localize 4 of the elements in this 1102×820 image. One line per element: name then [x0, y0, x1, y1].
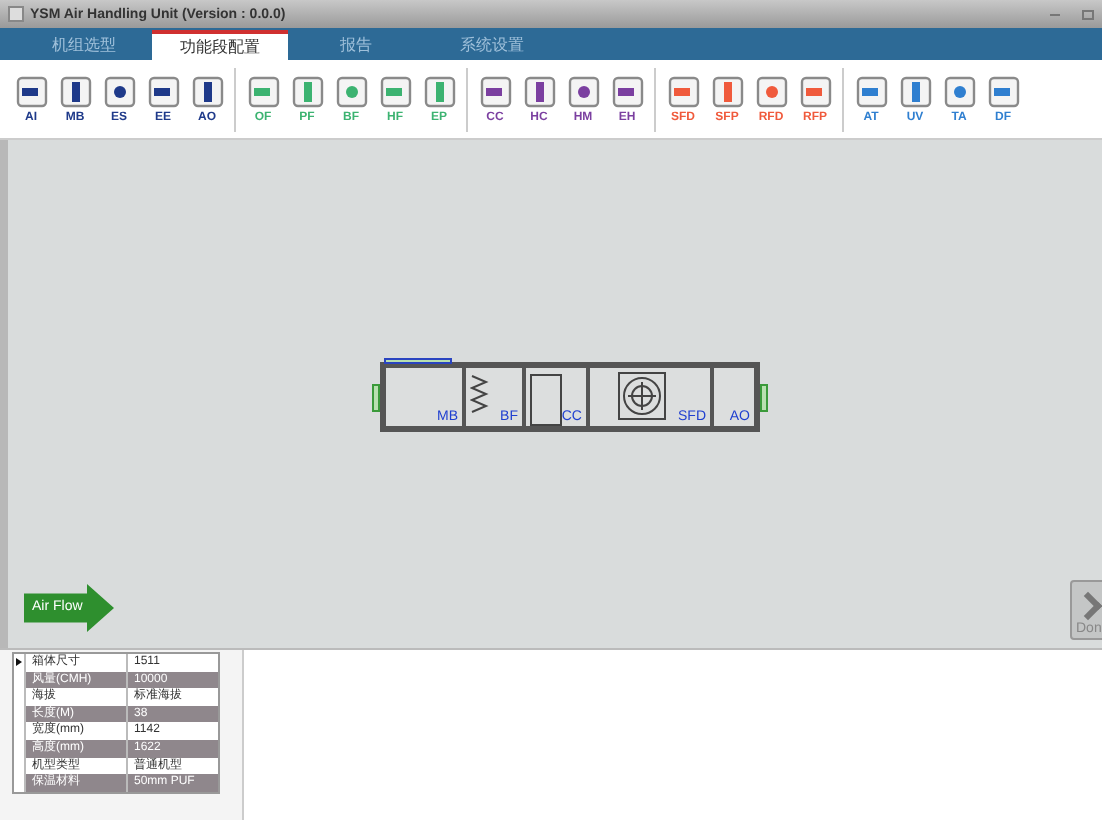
tab[interactable]: 报告 — [288, 30, 424, 60]
tab[interactable]: 功能段配置 — [152, 30, 288, 60]
tab[interactable]: 系统设置 — [424, 30, 560, 60]
tab[interactable]: 机组选型 — [16, 30, 152, 60]
